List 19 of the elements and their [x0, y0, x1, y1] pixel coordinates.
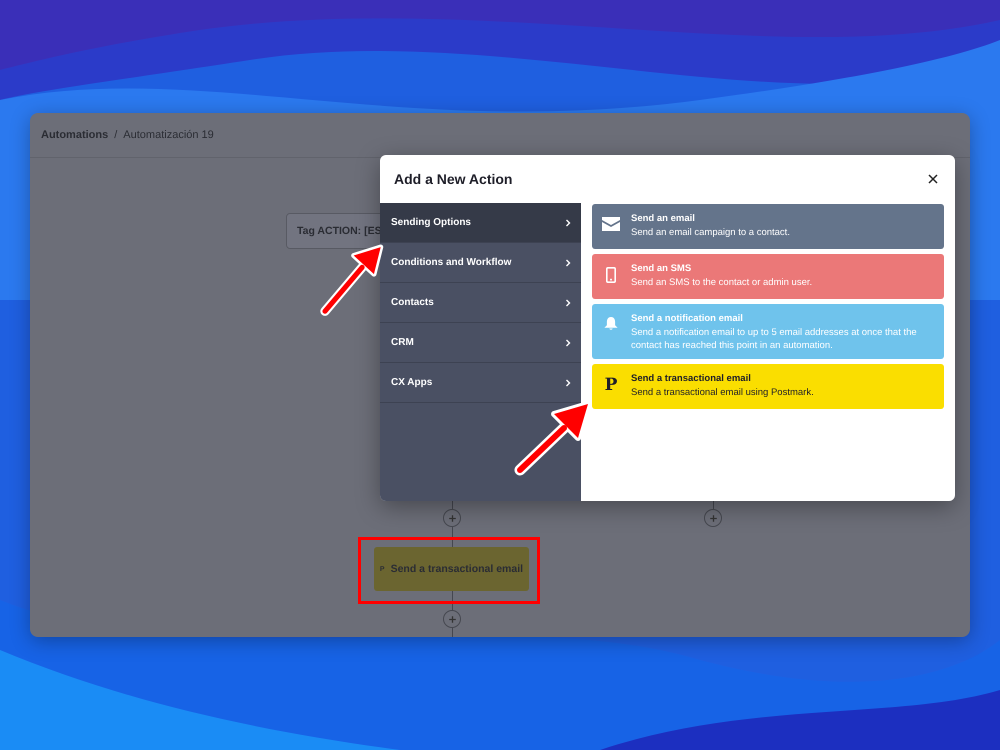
action-title: Send a transactional email [631, 372, 752, 386]
action-card[interactable]: P Send a transactional email Send a transactional email using Postmark. [592, 364, 944, 409]
category-item[interactable]: CX Apps [380, 363, 581, 403]
category-item[interactable]: Sending Options [380, 203, 581, 243]
letter-icon: P [604, 377, 618, 394]
action-card[interactable]: Send an email Send an email campaign to a contact. [592, 204, 944, 249]
action-title: Send an email [631, 212, 696, 226]
action-description: Send a transactional email using Postmark. [631, 386, 815, 399]
action-title: Send an SMS [631, 262, 692, 276]
breadcrumb-current: Automatización 19 [123, 129, 214, 141]
action-description: Send an SMS to the contact or admin user. [631, 276, 814, 289]
breadcrumb-separator: / [114, 129, 118, 141]
category-item[interactable]: CRM [380, 323, 581, 363]
node-label: Send a transactional email [390, 563, 524, 575]
category-item[interactable]: Contacts [380, 283, 581, 323]
action-description: Send an email campaign to a contact. [631, 226, 791, 239]
action-description: Send a notification email to up to 5 email addresses at once that the contact has reached this point in an automation. [631, 326, 918, 352]
dialog-title: Add a New Action [394, 171, 512, 187]
action-title: Send a notification email [631, 312, 744, 326]
